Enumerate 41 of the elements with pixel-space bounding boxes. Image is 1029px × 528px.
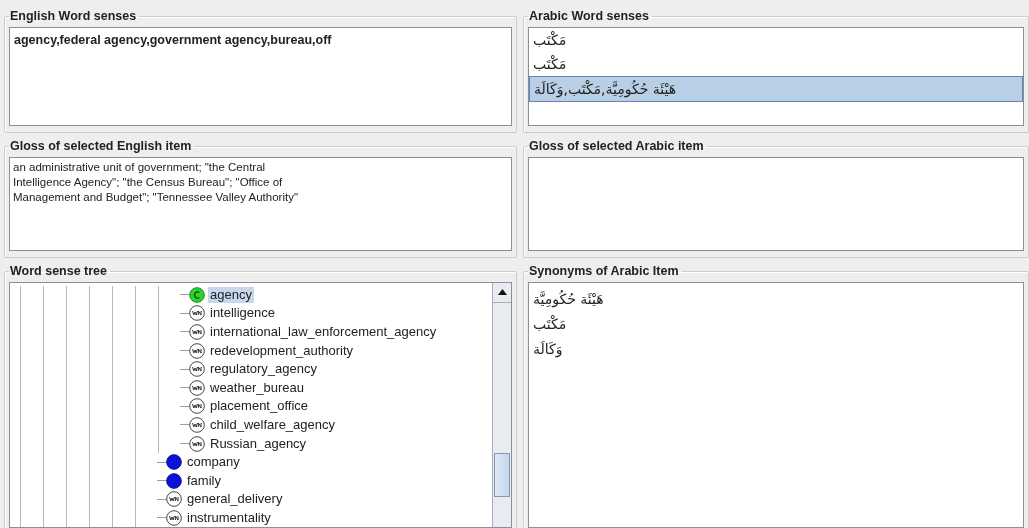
scroll-up-icon[interactable] [497,289,507,295]
tree-item[interactable]: family [185,472,223,489]
tree-item[interactable]: weather_bureau [208,379,306,396]
panel-title: Word sense tree [9,265,109,278]
wn-icon [189,305,205,322]
wn-icon [166,491,182,508]
synonym-item[interactable]: هَيْئَة حُكُومِيَّة [529,286,1023,312]
wn-icon [189,398,205,415]
list-item[interactable]: agency,federal agency,government agency,bureau,off [14,30,507,50]
tree-item[interactable]: child_welfare_agency [208,416,338,433]
tree-item[interactable]: regulatory_agency [208,361,319,378]
panel-title: Arabic Word senses [528,10,650,23]
list-item[interactable]: مَكْتَب [529,51,1023,76]
tree-item[interactable]: general_delivery [185,491,285,508]
filled-circle-icon [166,454,182,471]
wn-icon [189,324,205,340]
list-item[interactable]: مَكْتَب [529,27,1023,52]
wn-icon [189,342,205,359]
wn-icon [189,435,205,452]
tree-item[interactable]: redevelopment_authority [208,342,356,359]
scroll-thumb[interactable] [494,452,510,497]
panel-title: Gloss of selected Arabic item [528,140,705,153]
wn-icon [189,416,205,433]
panel-title: Synonyms of Arabic Item [528,265,680,278]
wn-icon [189,361,205,378]
tree-item[interactable]: company [185,454,242,471]
tree-item[interactable]: agency [208,286,254,303]
letter-c-icon [189,286,205,303]
tree-item[interactable]: placement_office [208,398,311,415]
gloss-text: an administrative unit of government; "the Central Intelligence Agency"; "the Census Bureau"; "Office of Management and Budget"; "Tennessee Valley Authority" [9,156,512,251]
tree-item[interactable]: intelligence [208,305,278,322]
synonym-item[interactable]: وَكَالَة [529,336,1023,362]
wn-icon [189,379,205,396]
tree-item[interactable]: Russian_agency [208,435,309,452]
tree-item[interactable]: international_law_enforcement_agency [208,324,439,340]
filled-circle-icon [166,472,182,489]
panel-title: Gloss of selected English item [9,140,193,153]
synonym-item[interactable]: مَكْتَب [529,311,1023,337]
panel-title: English Word senses [9,10,138,23]
tree-item[interactable]: instrumentality [185,509,273,526]
list-item[interactable]: هَيْئَة حُكُومِيَّة,مَكْتَب,وَكَالَة [529,75,1023,102]
